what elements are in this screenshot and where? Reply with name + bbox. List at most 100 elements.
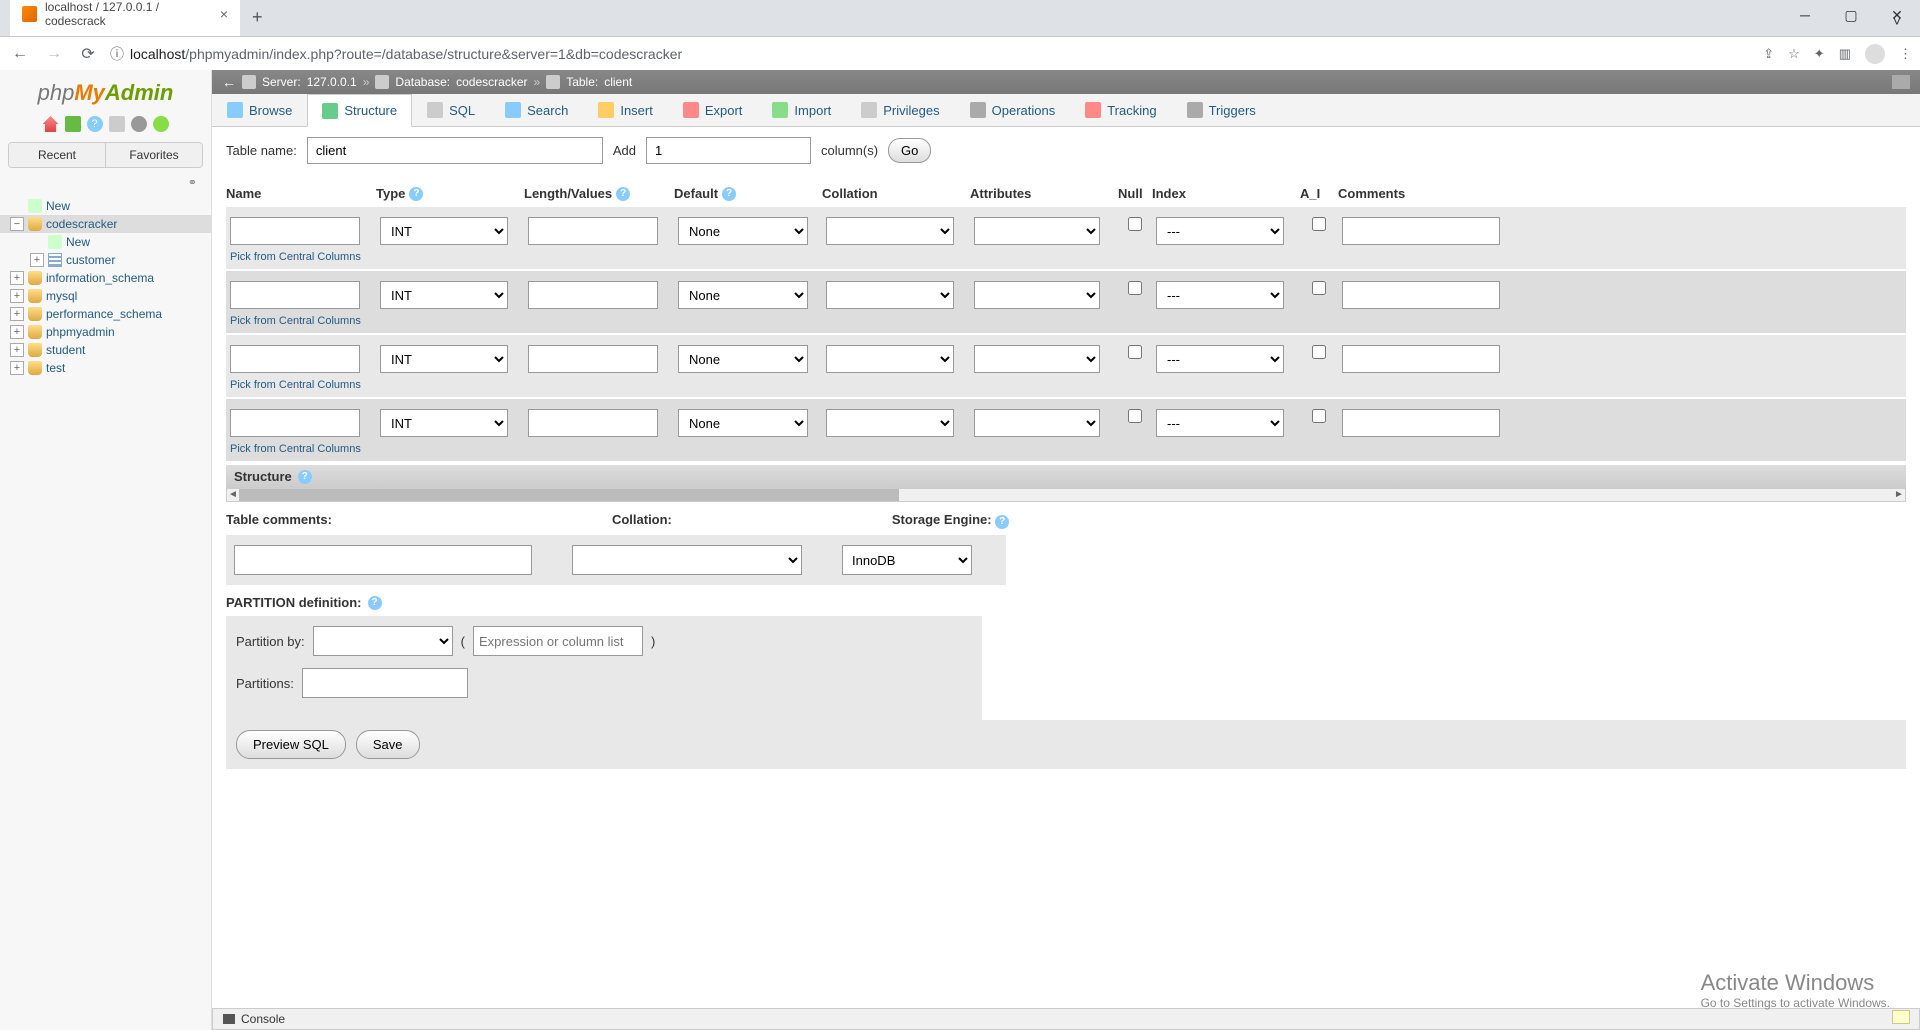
expand-icon[interactable]: + [10,361,24,375]
column-null-checkbox[interactable] [1128,217,1142,231]
scroll-left-icon[interactable]: ◄ [227,489,239,501]
save-button[interactable]: Save [356,730,420,759]
site-info-icon[interactable]: ⓘ [110,44,124,64]
breadcrumb-table[interactable]: client [604,75,632,89]
browser-tab[interactable]: localhost / 127.0.0.1 / codescrack × [10,0,240,36]
tab-insert[interactable]: Insert [583,94,668,126]
add-columns-input[interactable] [646,137,811,164]
column-collation-select[interactable] [826,345,954,373]
column-ai-checkbox[interactable] [1312,281,1326,295]
pick-central-link[interactable]: Pick from Central Columns [230,443,372,455]
column-index-select[interactable]: --- [1156,281,1284,309]
scroll-right-icon[interactable]: ► [1893,489,1905,501]
settings-icon[interactable] [131,116,147,132]
tree-db-test[interactable]: +test [0,359,211,377]
column-type-select[interactable]: INT [380,281,508,309]
help-icon[interactable]: ? [616,187,630,201]
tab-operations[interactable]: Operations [955,94,1071,126]
horizontal-scrollbar[interactable]: ◄ ► [226,488,1906,502]
window-close[interactable]: ✕ [1874,0,1920,30]
bookmark-icon[interactable]: ☆ [1788,46,1800,62]
expand-icon[interactable]: + [10,343,24,357]
scroll-thumb[interactable] [239,489,899,501]
column-default-select[interactable]: None [678,409,808,437]
help-icon[interactable]: ? [409,187,423,201]
column-length-input[interactable] [528,217,658,245]
tab-close-icon[interactable]: × [220,6,228,22]
tab-tracking[interactable]: Tracking [1070,94,1171,126]
logout-icon[interactable] [65,116,81,132]
column-ai-checkbox[interactable] [1312,345,1326,359]
column-null-checkbox[interactable] [1128,409,1142,423]
sidepanel-icon[interactable]: ▥ [1839,46,1851,62]
expand-icon[interactable]: + [10,307,24,321]
tree-new[interactable]: New [0,197,211,215]
tree-db-codescracker[interactable]: −codescracker [0,215,211,233]
pick-central-link[interactable]: Pick from Central Columns [230,251,372,263]
column-attributes-select[interactable] [974,281,1100,309]
profile-icon[interactable] [1865,44,1885,64]
docs-icon[interactable]: ? [87,116,103,132]
help-icon[interactable]: ? [368,596,382,610]
column-index-select[interactable]: --- [1156,345,1284,373]
column-length-input[interactable] [528,409,658,437]
tree-db-performance_schema[interactable]: +performance_schema [0,305,211,323]
column-length-input[interactable] [528,281,658,309]
partitions-input[interactable] [302,668,468,698]
tab-search[interactable]: Search [490,94,583,126]
column-comments-input[interactable] [1342,281,1500,309]
console-bar[interactable]: Console [212,1008,1920,1030]
tab-export[interactable]: Export [668,94,758,126]
logo[interactable]: phpMyAdmin [0,70,211,112]
reload-button[interactable]: ⟳ [76,42,100,66]
breadcrumb-back[interactable]: ← [222,74,236,90]
column-ai-checkbox[interactable] [1312,409,1326,423]
tab-structure[interactable]: Structure [307,94,412,127]
breadcrumb-server[interactable]: 127.0.0.1 [307,75,357,89]
favorites-tab[interactable]: Favorites [106,143,202,167]
expand-icon[interactable]: − [10,217,24,231]
column-name-input[interactable] [230,281,360,309]
window-minimize[interactable]: ─ [1782,0,1828,30]
tab-browse[interactable]: Browse [212,94,307,126]
column-attributes-select[interactable] [974,217,1100,245]
notification-icon[interactable] [1892,1010,1910,1024]
menu-icon[interactable]: ⋮ [1899,46,1912,62]
query-window-icon[interactable] [109,116,125,132]
extensions-icon[interactable]: ✦ [1814,46,1825,62]
back-button[interactable]: ← [8,42,32,66]
table-name-input[interactable] [307,137,603,164]
tab-privileges[interactable]: Privileges [846,94,954,126]
column-comments-input[interactable] [1342,345,1500,373]
column-comments-input[interactable] [1342,217,1500,245]
help-icon[interactable]: ? [298,470,312,484]
go-button[interactable]: Go [888,138,931,163]
new-tab-button[interactable]: + [240,0,275,36]
expand-icon[interactable]: + [30,253,44,267]
pick-central-link[interactable]: Pick from Central Columns [230,315,372,327]
column-attributes-select[interactable] [974,409,1100,437]
help-icon[interactable]: ? [995,515,1009,529]
tree-db-information_schema[interactable]: +information_schema [0,269,211,287]
column-null-checkbox[interactable] [1128,281,1142,295]
column-name-input[interactable] [230,345,360,373]
tree-db-student[interactable]: +student [0,341,211,359]
column-collation-select[interactable] [826,217,954,245]
column-type-select[interactable]: INT [380,409,508,437]
reload-nav-icon[interactable] [153,116,169,132]
tab-sql[interactable]: SQL [412,94,490,126]
home-icon[interactable] [43,116,59,132]
column-default-select[interactable]: None [678,345,808,373]
tree-new-table[interactable]: New [20,233,211,251]
column-attributes-select[interactable] [974,345,1100,373]
storage-engine-select[interactable]: InnoDB [842,545,972,575]
column-index-select[interactable]: --- [1156,409,1284,437]
tree-db-phpmyadmin[interactable]: +phpmyadmin [0,323,211,341]
preview-sql-button[interactable]: Preview SQL [236,730,346,759]
column-type-select[interactable]: INT [380,217,508,245]
link-icon[interactable]: ⚭ [0,174,211,191]
column-collation-select[interactable] [826,281,954,309]
column-null-checkbox[interactable] [1128,345,1142,359]
column-default-select[interactable]: None [678,217,808,245]
column-type-select[interactable]: INT [380,345,508,373]
